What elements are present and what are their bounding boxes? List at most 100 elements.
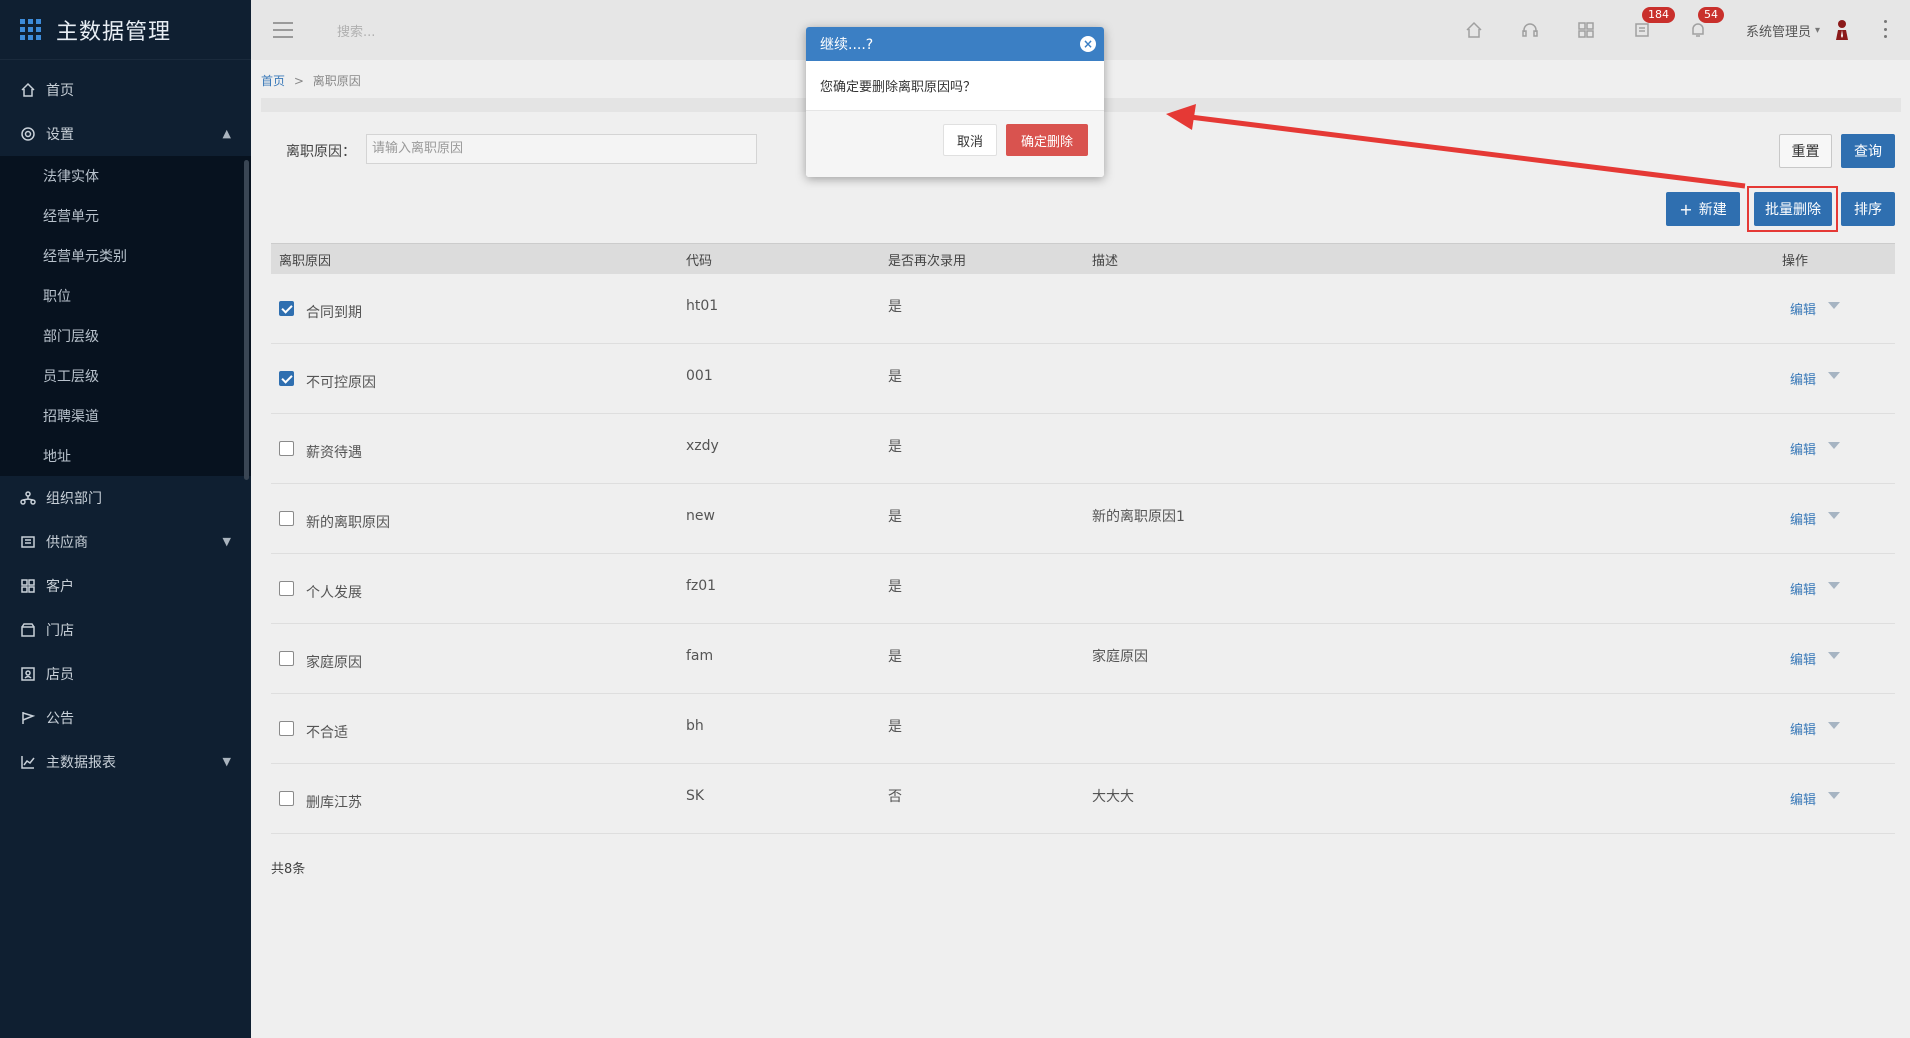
- dropdown-caret-icon[interactable]: [1828, 652, 1841, 659]
- row-checkbox[interactable]: [279, 651, 294, 666]
- row-checkbox[interactable]: [279, 371, 294, 386]
- table-row: 不合适 bh 是 编辑: [271, 694, 1895, 764]
- dialog-footer: 取消 确定删除: [806, 111, 1104, 177]
- sidebar-item-announcement[interactable]: 公告: [0, 696, 251, 740]
- menu-toggle-icon[interactable]: [273, 22, 293, 38]
- dialog-message: 您确定要删除离职原因吗？: [806, 61, 1104, 111]
- new-button[interactable]: + 新建: [1666, 192, 1740, 226]
- search-input[interactable]: 搜索...: [337, 21, 537, 40]
- total-count: 共8条: [271, 862, 306, 877]
- support-button[interactable]: [1502, 0, 1558, 60]
- table-row: 家庭原因 fam 是 家庭原因 编辑: [271, 624, 1895, 694]
- header-reason: 离职原因: [279, 253, 332, 269]
- breadcrumb-home-link[interactable]: 首页: [261, 74, 285, 88]
- more-vertical-icon[interactable]: [1884, 20, 1888, 38]
- row-checkbox[interactable]: [279, 721, 294, 736]
- brand[interactable]: 主数据管理: [0, 0, 251, 60]
- dropdown-caret-icon[interactable]: [1828, 722, 1841, 729]
- cell-reason: 不可控原因: [306, 374, 376, 391]
- edit-link[interactable]: 编辑: [1790, 579, 1816, 598]
- cell-reason: 合同到期: [306, 304, 362, 321]
- reset-button[interactable]: 重置: [1779, 134, 1832, 168]
- home-icon: [1466, 21, 1482, 38]
- edit-link[interactable]: 编辑: [1790, 789, 1816, 808]
- dialog-title: 继续....?: [820, 37, 874, 53]
- dropdown-caret-icon[interactable]: [1828, 512, 1841, 519]
- dropdown-caret-icon[interactable]: [1828, 792, 1841, 799]
- close-icon[interactable]: ×: [1080, 36, 1096, 52]
- dialog-header: 继续....? ×: [806, 27, 1104, 61]
- edit-link[interactable]: 编辑: [1790, 299, 1816, 318]
- new-button-label: 新建: [1698, 202, 1727, 218]
- sidebar-item-supplier[interactable]: 供应商 ▼: [0, 520, 251, 564]
- submenu-item-business-unit-type[interactable]: 经营单元类别: [0, 236, 251, 276]
- user-name: 系统管理员: [1745, 24, 1811, 40]
- cell-code: ht01: [686, 297, 719, 314]
- submenu-item-address[interactable]: 地址: [0, 436, 251, 476]
- dropdown-caret-icon[interactable]: [1828, 372, 1841, 379]
- sidebar-nav: 首页 设置 ▲ 法律实体 经营单元 经营单元类别 职位 部门层级 员工层级 招聘…: [0, 60, 251, 784]
- submenu-item-dept-level[interactable]: 部门层级: [0, 316, 251, 356]
- submenu-item-position[interactable]: 职位: [0, 276, 251, 316]
- home-icon: [20, 82, 36, 98]
- row-checkbox[interactable]: [279, 791, 294, 806]
- bell-icon: [1692, 23, 1704, 37]
- filter-label: 离职原因：: [286, 144, 356, 160]
- apps-grid-icon: [20, 18, 42, 41]
- dropdown-caret-icon[interactable]: [1828, 582, 1841, 589]
- sidebar-item-store[interactable]: 门店: [0, 608, 251, 652]
- cell-desc: 大大大: [1092, 788, 1134, 805]
- sidebar: 主数据管理 首页 设置 ▲ 法律实体 经营单元 经营单元类别 职位 部门层级 员…: [0, 0, 251, 1038]
- apps-button[interactable]: [1558, 0, 1614, 60]
- customer-icon: [20, 578, 36, 594]
- sidebar-item-label: 公告: [46, 711, 74, 727]
- breadcrumb: 首页 > 离职原因: [261, 72, 361, 89]
- grid-icon: [1578, 22, 1594, 38]
- cell-code: fz01: [686, 577, 717, 594]
- sidebar-item-reports[interactable]: 主数据报表 ▼: [0, 740, 251, 784]
- user-menu[interactable]: 系统管理员 ▾: [1746, 18, 1850, 42]
- edit-link[interactable]: 编辑: [1790, 509, 1816, 528]
- submenu-item-business-unit[interactable]: 经营单元: [0, 196, 251, 236]
- submenu-item-employee-level[interactable]: 员工层级: [0, 356, 251, 396]
- edit-link[interactable]: 编辑: [1790, 719, 1816, 738]
- notifications-button[interactable]: 54: [1670, 0, 1726, 60]
- cell-rehire: 是: [888, 508, 902, 525]
- cell-reason: 不合适: [306, 724, 348, 741]
- row-checkbox[interactable]: [279, 441, 294, 456]
- edit-link[interactable]: 编辑: [1790, 649, 1816, 668]
- org-icon: [20, 490, 36, 506]
- confirm-delete-button[interactable]: 确定删除: [1006, 124, 1088, 156]
- dropdown-caret-icon[interactable]: [1828, 302, 1841, 309]
- table-row: 个人发展 fz01 是 编辑: [271, 554, 1895, 624]
- breadcrumb-current: 离职原因: [312, 74, 361, 88]
- announce-icon: [20, 710, 36, 726]
- row-checkbox[interactable]: [279, 301, 294, 316]
- table-row: 不可控原因 001 是 编辑: [271, 344, 1895, 414]
- cancel-button[interactable]: 取消: [943, 124, 997, 156]
- edit-link[interactable]: 编辑: [1790, 439, 1816, 458]
- cell-desc: 家庭原因: [1092, 648, 1148, 665]
- dropdown-caret-icon[interactable]: [1828, 442, 1841, 449]
- submenu-item-recruit-channel[interactable]: 招聘渠道: [0, 396, 251, 436]
- messages-button[interactable]: 184: [1614, 0, 1675, 60]
- edit-link[interactable]: 编辑: [1790, 369, 1816, 388]
- submenu-item-legal-entity[interactable]: 法律实体: [0, 156, 251, 196]
- sidebar-item-home[interactable]: 首页: [0, 68, 251, 112]
- cell-code: 001: [686, 367, 713, 384]
- cell-code: SK: [686, 787, 705, 804]
- header-actions: 操作: [1782, 253, 1809, 269]
- row-checkbox[interactable]: [279, 511, 294, 526]
- sidebar-item-customer[interactable]: 客户: [0, 564, 251, 608]
- sidebar-item-org[interactable]: 组织部门: [0, 476, 251, 520]
- batch-delete-button[interactable]: 批量删除: [1754, 192, 1832, 226]
- cell-desc: 新的离职原因1: [1092, 508, 1185, 525]
- query-button[interactable]: 查询: [1841, 134, 1895, 168]
- row-checkbox[interactable]: [279, 581, 294, 596]
- sidebar-item-settings[interactable]: 设置 ▲: [0, 112, 251, 156]
- sort-button[interactable]: 排序: [1841, 192, 1895, 226]
- sidebar-scrollbar[interactable]: [244, 160, 249, 480]
- reason-search-input[interactable]: 请输入离职原因: [366, 134, 757, 164]
- home-button[interactable]: [1446, 0, 1502, 60]
- sidebar-item-staff[interactable]: 店员: [0, 652, 251, 696]
